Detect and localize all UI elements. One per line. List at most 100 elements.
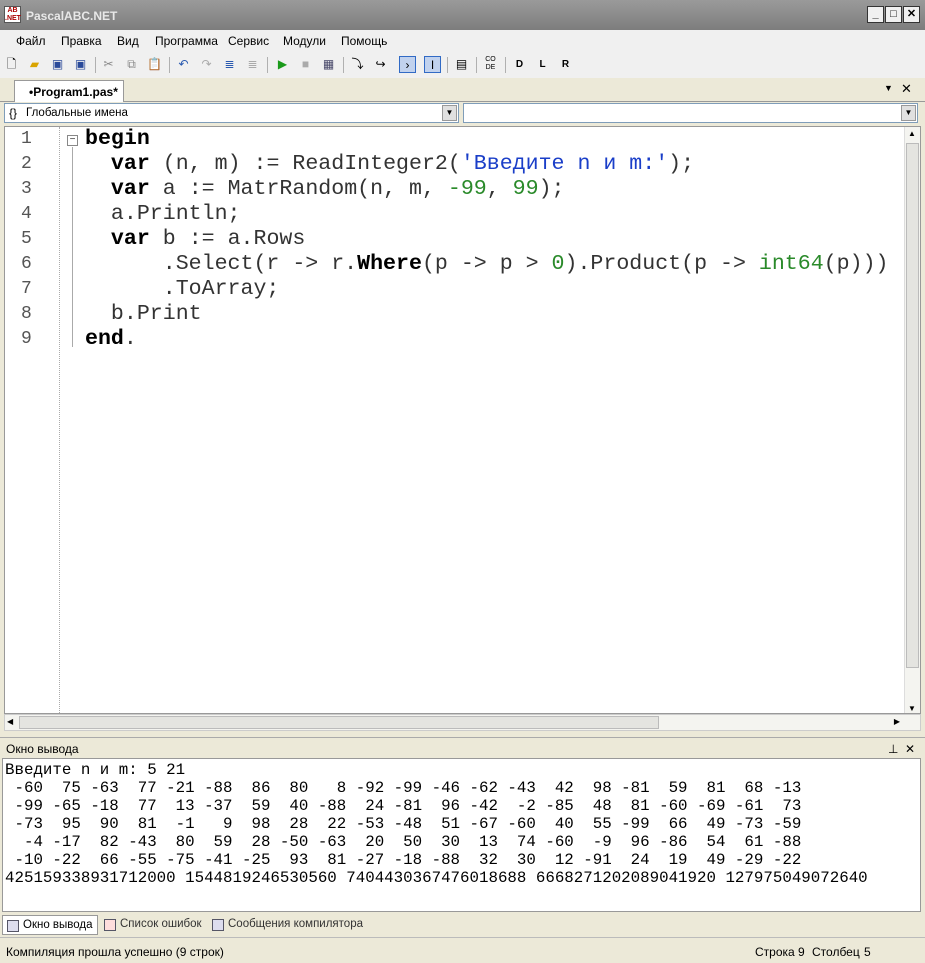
- code-token-id: ,: [486, 177, 513, 201]
- status-bar: Компиляция прошла успешно (9 строк) Стро…: [0, 937, 925, 963]
- code-line: b.Print: [85, 302, 888, 327]
- code-line: end.: [85, 327, 888, 352]
- member-combo[interactable]: ▼: [463, 103, 918, 123]
- status-message: Компиляция прошла успешно (9 строк): [6, 945, 224, 959]
- code-token-id: (p))): [823, 252, 889, 276]
- code-token-id: [85, 152, 111, 176]
- menu-program[interactable]: Программа: [155, 34, 218, 48]
- tab-output[interactable]: Окно вывода: [2, 915, 98, 935]
- scope-combo[interactable]: {} Глобальные имена ▼: [4, 103, 459, 123]
- line-number: 1: [21, 129, 32, 149]
- code-token-id: ).Product(p ->: [564, 252, 759, 276]
- tab-label: Окно вывода: [23, 919, 93, 931]
- line-number: 3: [21, 179, 32, 199]
- code-line: .ToArray;: [85, 277, 888, 302]
- code-token-id: a.Println;: [85, 202, 241, 226]
- menu-modules[interactable]: Модули: [283, 34, 326, 48]
- redo-icon[interactable]: ↷: [198, 56, 215, 73]
- tab-label: Сообщения компилятора: [228, 918, 363, 930]
- compile-icon[interactable]: ▦: [320, 56, 337, 73]
- code-token-id: [85, 227, 111, 251]
- document-tabs: •Program1.pas* ▼ ✕: [0, 78, 925, 102]
- menu-help[interactable]: Помощь: [341, 34, 387, 48]
- line-number: 9: [21, 329, 32, 349]
- format-icon[interactable]: ≣: [221, 56, 238, 73]
- debug-d-icon[interactable]: D: [511, 56, 528, 73]
- output-panel-header: Окно вывода ⊥ ✕: [0, 737, 925, 757]
- code-token-kw: var: [110, 177, 150, 201]
- code-token-id: );: [668, 152, 695, 176]
- run-icon[interactable]: ▶: [274, 56, 291, 73]
- step-into-icon[interactable]: ⤵: [349, 56, 366, 73]
- code-templates-icon[interactable]: CO DE: [482, 56, 499, 73]
- tab-program1[interactable]: •Program1.pas*: [14, 80, 124, 102]
- error-list-icon: [104, 919, 116, 931]
- menu-view[interactable]: Вид: [117, 34, 139, 48]
- output-line: 425159338931712000 1544819246530560 7404…: [5, 869, 868, 887]
- new-file-icon[interactable]: 🗋: [3, 56, 20, 73]
- debug-l-icon[interactable]: L: [534, 56, 551, 73]
- chevron-down-icon[interactable]: ▼: [901, 105, 916, 121]
- panel-close-icon[interactable]: ✕: [905, 742, 915, 756]
- tab-close-icon[interactable]: ✕: [901, 81, 912, 97]
- open-icon[interactable]: ▰: [26, 56, 43, 73]
- code-line: .Select(r -> r.Where(p -> p > 0).Product…: [85, 252, 889, 277]
- messages-icon: [212, 919, 224, 931]
- save-all-icon[interactable]: ▣: [72, 56, 89, 73]
- code-token-num: 0: [551, 252, 565, 276]
- code-text[interactable]: begin var (n, m) := ReadInteger2('Введит…: [85, 127, 888, 352]
- scroll-thumb[interactable]: [906, 143, 919, 668]
- output-line: -60 75 -63 77 -21 -88 86 80 8 -92 -99 -4…: [5, 779, 802, 797]
- line-number: 2: [21, 154, 32, 174]
- output-line: -4 -17 82 -43 80 59 28 -50 -63 20 50 30 …: [5, 833, 802, 851]
- tab-compiler-messages[interactable]: Сообщения компилятора: [208, 915, 367, 935]
- close-button[interactable]: ✕: [903, 6, 920, 23]
- toggle-output-icon[interactable]: I: [424, 56, 441, 73]
- stop-icon[interactable]: ■: [297, 56, 314, 73]
- tab-label: Список ошибок: [120, 918, 202, 930]
- console-output-icon[interactable]: ›: [399, 56, 416, 73]
- fold-line: [72, 147, 73, 347]
- cut-icon[interactable]: ✂: [100, 56, 117, 73]
- menu-bar: Файл Правка Вид Программа Сервис Модули …: [0, 30, 925, 52]
- code-token-num: 99: [512, 177, 539, 201]
- line-number: 4: [21, 204, 32, 224]
- output-line: Введите n и m: 5 21: [5, 761, 186, 779]
- paste-icon[interactable]: 📋: [146, 56, 163, 73]
- code-token-id: (n, m) := ReadInteger2(: [149, 152, 461, 176]
- save-icon[interactable]: ▣: [49, 56, 66, 73]
- line-number: 6: [21, 254, 32, 274]
- code-token-id: .: [123, 327, 137, 351]
- vertical-scrollbar[interactable]: ▲ ▼: [904, 127, 920, 713]
- code-token-id: a := MatrRandom(n, m,: [149, 177, 448, 201]
- undo-icon[interactable]: ↶: [175, 56, 192, 73]
- namespace-icon: {}: [9, 106, 18, 120]
- hscroll-thumb[interactable]: [19, 716, 659, 729]
- menu-service[interactable]: Сервис: [228, 34, 269, 48]
- bottom-tabs: Окно вывода Список ошибок Сообщения комп…: [0, 914, 925, 936]
- breakpoint-icon[interactable]: ▤: [453, 56, 470, 73]
- tab-errors[interactable]: Список ошибок: [100, 915, 206, 935]
- pin-icon[interactable]: ⊥: [888, 742, 898, 756]
- chevron-down-icon[interactable]: ▼: [442, 105, 457, 121]
- window-title: PascalABC.NET: [26, 9, 118, 23]
- copy-icon[interactable]: ⧉: [123, 56, 140, 73]
- output-panel-title: Окно вывода: [6, 742, 79, 756]
- minimize-button[interactable]: _: [867, 6, 884, 23]
- format-all-icon[interactable]: ≣: [244, 56, 261, 73]
- debug-r-icon[interactable]: R: [557, 56, 574, 73]
- step-over-icon[interactable]: ↪: [372, 56, 389, 73]
- col-value: 5: [864, 945, 871, 959]
- output-icon: [7, 920, 19, 932]
- menu-file[interactable]: Файл: [16, 34, 46, 48]
- tab-list-icon[interactable]: ▼: [884, 83, 893, 93]
- maximize-button[interactable]: □: [885, 6, 902, 23]
- code-editor[interactable]: 1 2 3 4 5 6 7 8 9 − begin var (n, m) := ReadInte…: [4, 126, 921, 714]
- horizontal-scrollbar[interactable]: ◀ ▶: [4, 714, 921, 731]
- fold-toggle-icon[interactable]: −: [67, 135, 78, 146]
- menu-edit[interactable]: Правка: [61, 34, 102, 48]
- output-window[interactable]: Введите n и m: 5 21 -60 75 -63 77 -21 -8…: [2, 758, 921, 912]
- code-line: var (n, m) := ReadInteger2('Введите n и …: [85, 152, 888, 177]
- line-number-gutter: 1 2 3 4 5 6 7 8 9: [5, 127, 60, 713]
- row-label: Строка: [755, 945, 795, 959]
